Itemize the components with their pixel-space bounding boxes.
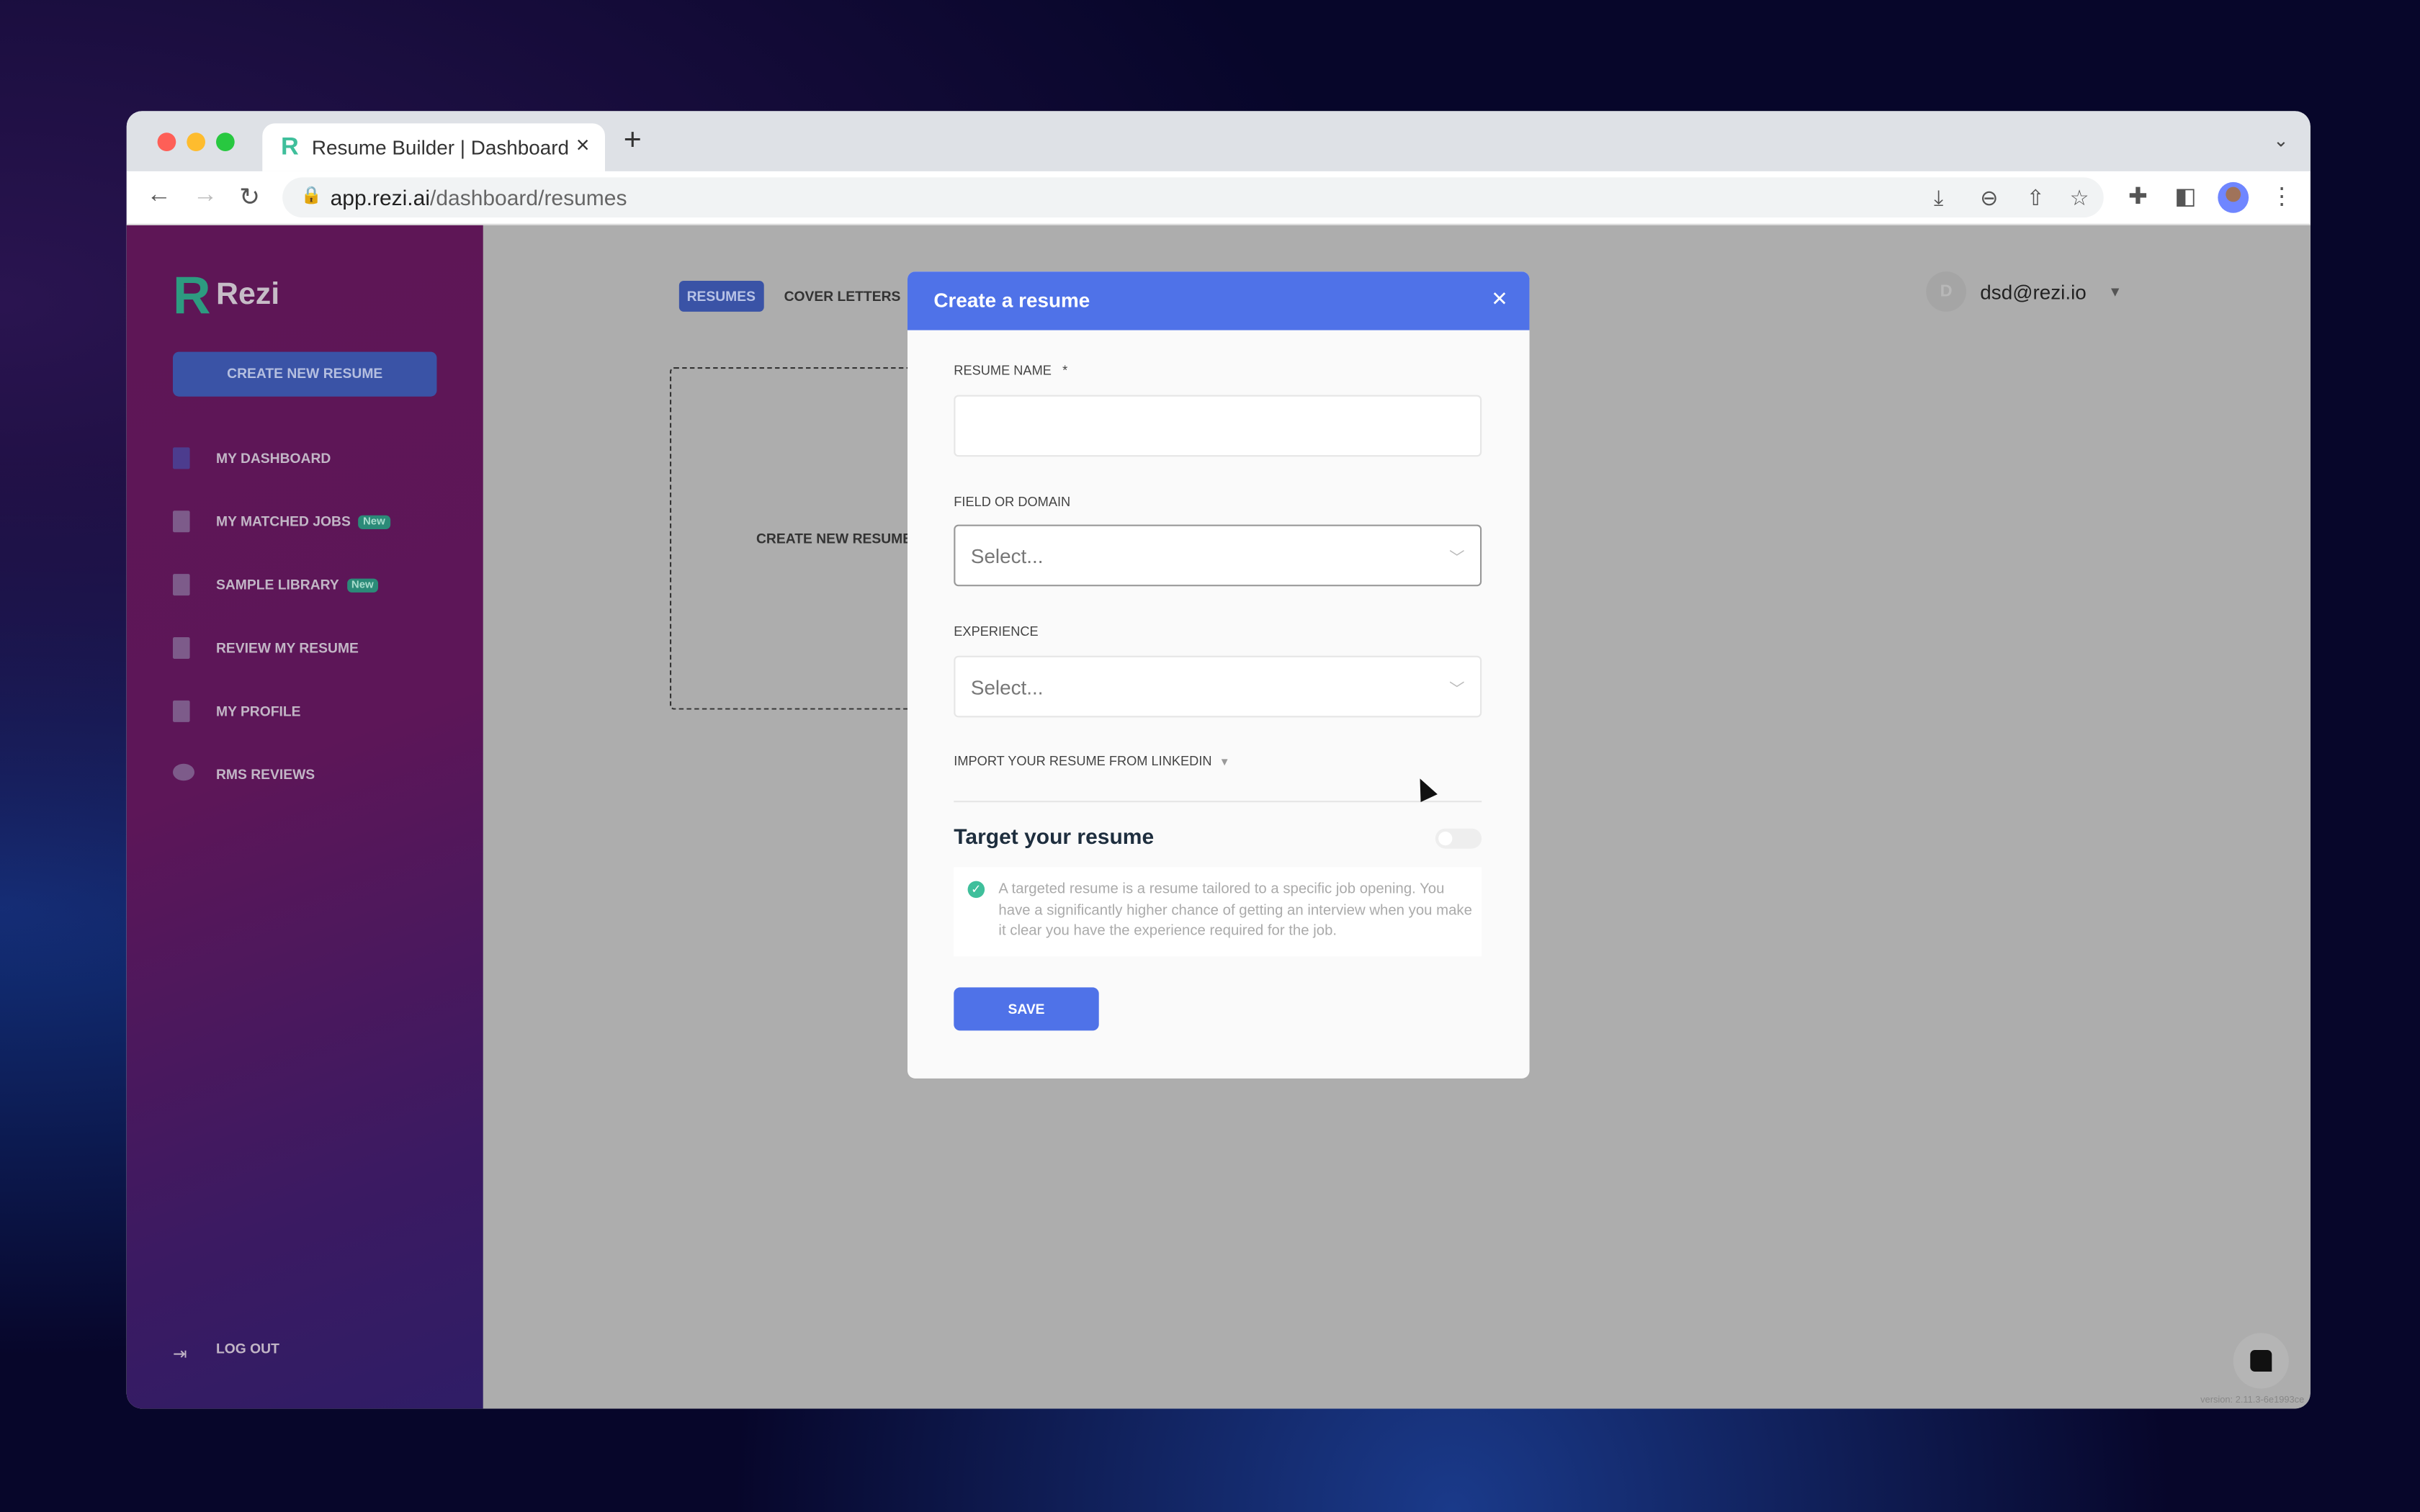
minimize-window-button[interactable]	[187, 132, 205, 151]
target-resume-title: Target your resume	[954, 824, 1155, 849]
sidebar-item-rms-reviews[interactable]: RMS REVIEWS	[173, 763, 466, 795]
sidebar-item-label: MY PROFILE	[216, 703, 301, 719]
url-text: app.rezi.ai/dashboard/resumes	[331, 185, 627, 210]
tab-resumes[interactable]: RESUMES	[678, 281, 763, 312]
check-circle-icon: ✓	[967, 881, 985, 899]
sidebar-item-label: MY MATCHED JOBS	[216, 513, 351, 529]
browser-tab[interactable]: R Resume Builder | Dashboard ×	[262, 123, 605, 171]
rezi-favicon-icon: R	[281, 134, 299, 161]
new-badge: New	[358, 515, 390, 529]
address-bar[interactable]: 🔒 app.rezi.ai/dashboard/resumes ⤓ ⊖ ⇧ ☆	[282, 177, 2104, 218]
new-tab-icon[interactable]: +	[624, 125, 642, 156]
sidebar-item-my-matched-jobs[interactable]: MY MATCHED JOBS New	[173, 510, 466, 541]
toggle-knob	[1438, 832, 1453, 846]
new-badge: New	[346, 578, 379, 593]
chevron-down-icon: ﹀	[1449, 551, 1465, 568]
create-card-label: CREATE NEW RESUME	[756, 531, 913, 546]
url-path: /dashboard/resumes	[429, 185, 627, 210]
chat-icon	[2250, 1350, 2272, 1372]
chat-support-button[interactable]	[2233, 1333, 2289, 1389]
document-icon	[173, 447, 190, 469]
chevron-down-icon: ﹀	[1449, 682, 1465, 699]
share-icon[interactable]: ⇧	[2027, 185, 2045, 211]
resume-name-input[interactable]	[954, 395, 1482, 457]
sidebar-item-sample-library[interactable]: SAMPLE LIBRARY New	[173, 574, 466, 605]
heart-document-icon	[173, 510, 190, 533]
field-domain-select[interactable]: Select... ﹀	[954, 524, 1482, 587]
sidebar-item-label: RMS REVIEWS	[216, 767, 315, 783]
divider	[954, 801, 1482, 803]
brand-name: Rezi	[216, 277, 280, 312]
install-app-icon[interactable]: ⤓	[1934, 185, 1943, 211]
logout-icon: ⇥	[173, 1345, 187, 1364]
select-placeholder: Select...	[970, 544, 1044, 568]
desktop: R Resume Builder | Dashboard × + ⌄ ← → ↻…	[0, 0, 2420, 1512]
logout-label: LOG OUT	[216, 1341, 279, 1356]
rezi-logo-icon: R	[173, 266, 211, 326]
target-info-box: ✓ A targeted resume is a resume tailored…	[954, 867, 1482, 957]
modal-header: Create a resume ✕	[908, 271, 1530, 330]
sidebar: R Rezi CREATE NEW RESUME MY DASHBOARD MY…	[126, 225, 483, 1409]
close-icon[interactable]: ✕	[1491, 287, 1507, 312]
select-placeholder: Select...	[970, 675, 1044, 699]
logout-button[interactable]: ⇥ LOG OUT	[173, 1339, 279, 1367]
modal-title: Create a resume	[933, 288, 1090, 312]
close-window-button[interactable]	[157, 132, 176, 151]
zoom-out-icon[interactable]: ⊖	[1980, 185, 1998, 211]
required-mark: *	[1062, 362, 1068, 378]
chevron-down-icon[interactable]: ⌄	[2273, 130, 2289, 151]
chat-bubbles-icon	[173, 763, 194, 781]
sidebar-item-label: SAMPLE LIBRARY	[216, 577, 339, 593]
tab-cover-letters[interactable]: COVER LETTERS	[784, 289, 901, 304]
rezi-logo[interactable]: R Rezi	[173, 266, 279, 326]
url-host: app.rezi.ai	[330, 185, 430, 210]
sidebar-item-my-dashboard[interactable]: MY DASHBOARD	[173, 447, 466, 478]
target-resume-toggle[interactable]	[1435, 828, 1482, 849]
linkedin-import-toggle[interactable]: IMPORT YOUR RESUME FROM LINKEDIN ▼	[954, 753, 1229, 768]
create-new-resume-button[interactable]: CREATE NEW RESUME	[173, 351, 437, 397]
reload-icon[interactable]: ↻	[239, 182, 260, 213]
caret-down-icon: ▼	[1219, 757, 1230, 769]
forward-icon[interactable]: →	[193, 182, 218, 210]
create-resume-modal: Create a resume ✕ RESUME NAME * FIELD OR…	[908, 271, 1530, 1079]
tab-title: Resume Builder | Dashboard	[311, 135, 570, 159]
sidebar-item-my-profile[interactable]: MY PROFILE	[173, 700, 466, 732]
save-button[interactable]: SAVE	[954, 987, 1099, 1031]
list-document-icon	[173, 574, 190, 596]
bookmark-star-icon[interactable]: ☆	[2070, 185, 2089, 211]
experience-select[interactable]: Select... ﹀	[954, 655, 1482, 718]
field-domain-label: FIELD OR DOMAIN	[954, 493, 1071, 510]
resume-name-label: RESUME NAME *	[954, 363, 1067, 378]
version-text: version: 2.11.3-6e1993ce	[2200, 1396, 2305, 1406]
close-tab-icon[interactable]: ×	[576, 132, 590, 158]
experience-label: EXPERIENCE	[954, 623, 1039, 639]
lock-icon: 🔒	[300, 186, 323, 205]
side-panel-icon[interactable]: ◧	[2174, 182, 2196, 210]
user-email: dsd@rezi.io	[1980, 281, 2087, 305]
linkedin-label: IMPORT YOUR RESUME FROM LINKEDIN	[954, 752, 1212, 769]
caret-down-icon: ▼	[2108, 284, 2123, 300]
browser-toolbar: ← → ↻ 🔒 app.rezi.ai/dashboard/resumes ⤓ …	[126, 171, 2311, 225]
extensions-puzzle-icon[interactable]: ✚	[2128, 182, 2148, 210]
profile-document-icon	[173, 700, 190, 722]
back-icon[interactable]: ←	[147, 182, 171, 210]
tab-bar: R Resume Builder | Dashboard × + ⌄	[126, 111, 2311, 171]
user-avatar: D	[1926, 271, 1966, 312]
sidebar-item-label: MY DASHBOARD	[216, 450, 331, 467]
maximize-window-button[interactable]	[216, 132, 235, 151]
check-document-icon	[173, 637, 190, 659]
profile-avatar[interactable]	[2218, 181, 2249, 213]
sidebar-item-review-my-resume[interactable]: REVIEW MY RESUME	[173, 637, 466, 668]
sidebar-item-label: REVIEW MY RESUME	[216, 640, 359, 656]
target-info-text: A targeted resume is a resume tailored t…	[998, 881, 1472, 940]
label-text: RESUME NAME	[954, 362, 1052, 378]
more-menu-icon[interactable]: ⋮	[2270, 182, 2293, 210]
